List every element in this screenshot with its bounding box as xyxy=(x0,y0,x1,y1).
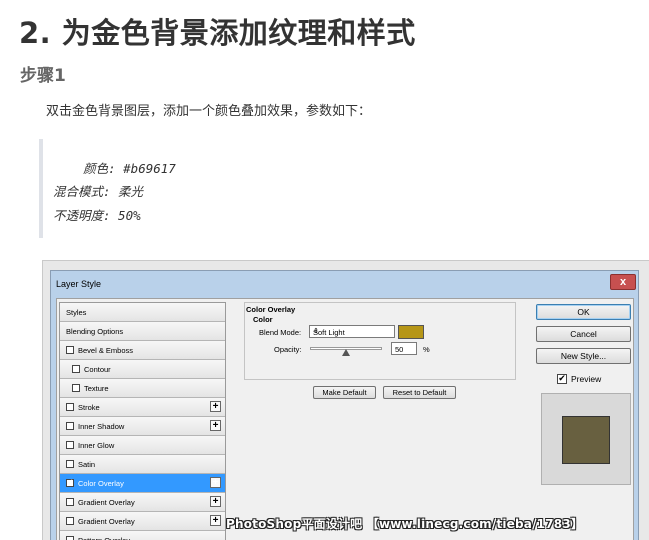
style-item-label: Gradient Overlay xyxy=(78,498,135,507)
style-checkbox[interactable] xyxy=(66,517,74,525)
style-checkbox[interactable] xyxy=(72,365,80,373)
screenshot-window: Layer Style x Styles Blending Options Beve… xyxy=(42,260,649,540)
style-checkbox[interactable] xyxy=(66,403,74,411)
close-button[interactable]: x xyxy=(610,274,636,290)
style-item-label: Contour xyxy=(84,365,111,374)
style-item-label: Pattern Overlay xyxy=(78,536,130,540)
style-item-label: Color Overlay xyxy=(78,479,124,488)
style-checkbox[interactable] xyxy=(72,384,80,392)
style-checkbox[interactable] xyxy=(66,422,74,430)
add-style-icon[interactable]: + xyxy=(210,477,221,488)
param-blend-mode: 混合模式: 柔光 xyxy=(53,184,144,199)
styles-list-item[interactable]: ✔ Color Overlay + xyxy=(60,474,225,493)
dialog-title: Layer Style xyxy=(56,279,102,289)
preview-box xyxy=(541,393,631,485)
styles-list-item[interactable]: Blending Options xyxy=(60,322,225,341)
style-checkbox[interactable] xyxy=(66,441,74,449)
style-checkbox[interactable] xyxy=(66,498,74,506)
style-item-label: Stroke xyxy=(78,403,100,412)
new-style-button[interactable]: New Style... xyxy=(536,348,631,364)
styles-list-item[interactable]: Bevel & Emboss xyxy=(60,341,225,360)
styles-list-item[interactable]: Gradient Overlay + xyxy=(60,512,225,531)
close-icon: x xyxy=(619,276,627,288)
dialog-titlebar[interactable]: Layer Style x xyxy=(51,271,638,298)
add-style-icon[interactable]: + xyxy=(210,496,221,507)
style-item-label: Gradient Overlay xyxy=(78,517,135,526)
style-item-label: Bevel & Emboss xyxy=(78,346,134,355)
preview-label: Preview xyxy=(571,374,602,384)
styles-list-item[interactable]: Stroke + xyxy=(60,398,225,417)
styles-list-item[interactable]: Gradient Overlay + xyxy=(60,493,225,512)
watermark: PhotoShop平面设计吧 【www.linecg.com/tieba/178… xyxy=(226,517,584,531)
color-overlay-panel: Color Overlay Color Blend Mode: Soft Lig… xyxy=(244,302,516,380)
select-arrows-icon: ⇕ xyxy=(313,328,319,335)
styles-list-item[interactable]: Pattern Overlay xyxy=(60,531,225,540)
add-style-icon[interactable]: + xyxy=(210,515,221,526)
styles-list-item[interactable]: Contour xyxy=(60,360,225,379)
layer-style-dialog: Layer Style x Styles Blending Options Beve… xyxy=(50,270,639,540)
reset-default-button[interactable]: Reset to Default xyxy=(383,386,456,399)
opacity-label: Opacity: xyxy=(274,345,302,354)
blend-mode-label: Blend Mode: xyxy=(259,328,302,337)
styles-list-item[interactable]: Satin xyxy=(60,455,225,474)
params-blockquote: 颜色: #b69617 混合模式: 柔光 不透明度: 50% xyxy=(39,139,339,238)
opacity-input[interactable]: 50 xyxy=(391,342,417,355)
opacity-slider-thumb[interactable] xyxy=(342,349,350,356)
styles-list: Styles Blending Options Bevel & Emboss Cont… xyxy=(59,302,226,540)
style-checkbox[interactable] xyxy=(66,346,74,354)
panel-title: Color Overlay xyxy=(246,305,296,314)
style-item-label: Texture xyxy=(84,384,109,393)
styles-list-item[interactable]: Inner Glow xyxy=(60,436,225,455)
instruction-paragraph: 双击金色背景图层，添加一个颜色叠加效果，参数如下： xyxy=(46,104,372,119)
styles-list-item[interactable]: Styles xyxy=(60,303,225,322)
panel-subtitle: Color xyxy=(253,315,273,324)
opacity-unit: % xyxy=(423,345,430,354)
section-heading: 2. 为金色背景添加纹理和样式 xyxy=(19,16,416,50)
style-item-label: Satin xyxy=(78,460,96,469)
preview-checkbox[interactable]: ✔ xyxy=(557,374,567,384)
style-checkbox[interactable]: ✔ xyxy=(66,479,74,487)
blend-mode-select[interactable]: Soft Light ⇕ xyxy=(309,325,395,338)
style-item-label: Styles xyxy=(66,308,87,317)
ok-button[interactable]: OK xyxy=(536,304,631,320)
style-checkbox[interactable] xyxy=(66,536,74,540)
add-style-icon[interactable]: + xyxy=(210,420,221,431)
add-style-icon[interactable]: + xyxy=(210,401,221,412)
preview-swatch xyxy=(562,416,610,464)
style-item-label: Inner Shadow xyxy=(78,422,125,431)
overlay-color-swatch[interactable] xyxy=(398,325,424,339)
style-item-label: Blending Options xyxy=(66,327,124,336)
make-default-button[interactable]: Make Default xyxy=(313,386,376,399)
param-color: 颜色: #b69617 xyxy=(53,161,176,176)
style-checkbox[interactable] xyxy=(66,460,74,468)
style-item-label: Inner Glow xyxy=(78,441,115,450)
dialog-body: Styles Blending Options Bevel & Emboss Cont… xyxy=(56,298,634,540)
param-opacity: 不透明度: 50% xyxy=(53,208,141,223)
styles-list-item[interactable]: Inner Shadow + xyxy=(60,417,225,436)
cancel-button[interactable]: Cancel xyxy=(536,326,631,342)
styles-list-item[interactable]: Texture xyxy=(60,379,225,398)
step-heading: 步骤1 xyxy=(20,66,66,86)
